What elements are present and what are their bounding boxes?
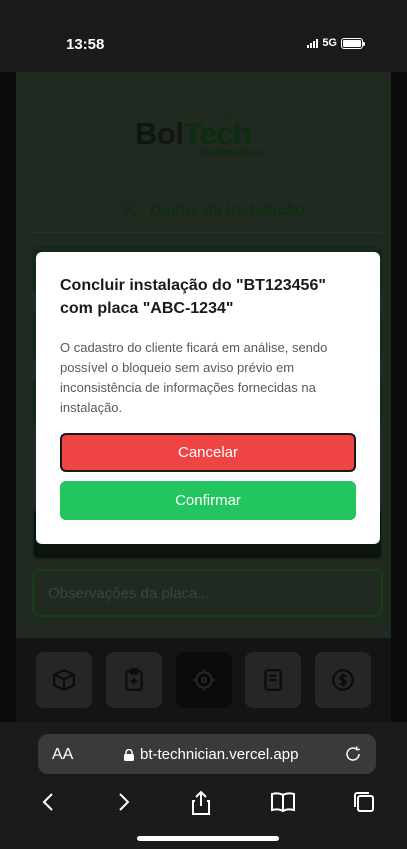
boltech-logo: BolTech ))) Rastreadores: [135, 114, 265, 159]
address-bar[interactable]: AA bt-technician.vercel.app: [38, 734, 376, 774]
cancel-button[interactable]: Cancelar: [60, 433, 356, 472]
browser-nav: [0, 790, 407, 816]
reload-icon[interactable]: [344, 744, 362, 764]
tabs-icon[interactable]: [352, 790, 376, 814]
section-divider: [32, 232, 383, 233]
observations-input[interactable]: [32, 569, 383, 617]
browser-toolbar: AA bt-technician.vercel.app: [0, 722, 407, 849]
back-icon[interactable]: [40, 790, 56, 814]
bottom-nav: [16, 638, 391, 722]
status-indicators: 5G: [307, 37, 365, 49]
clipboard-add-icon: [125, 668, 143, 691]
lock-icon: [124, 748, 134, 761]
share-icon[interactable]: [189, 790, 213, 816]
clipboard-add-button[interactable]: [105, 652, 162, 708]
section-title-label: Dados da Instalação: [150, 202, 305, 219]
confirm-dialog: Concluir instalação do "BT123456" com pl…: [36, 252, 380, 544]
box-add-icon: [53, 669, 75, 691]
forward-icon[interactable]: [116, 790, 132, 814]
logo-tagline: Rastreadores: [201, 148, 265, 159]
book-icon: [264, 669, 282, 691]
network-label: 5G: [322, 37, 337, 49]
url-display[interactable]: bt-technician.vercel.app: [124, 746, 298, 763]
signal-waves-icon: ))): [220, 114, 230, 125]
box-add-button[interactable]: [36, 652, 92, 708]
crosshair-icon: [192, 669, 215, 691]
dialog-message: O cadastro do cliente ficará em análise,…: [60, 340, 328, 415]
status-time: 13:58: [66, 36, 105, 53]
status-bar: 13:58 5G: [0, 0, 407, 72]
battery-icon: [341, 37, 365, 49]
dollar-icon: [332, 669, 354, 691]
signal-icon: [307, 38, 319, 48]
crosshair-button[interactable]: [175, 652, 232, 708]
dialog-title: Concluir instalação do "BT123456" com pl…: [60, 277, 326, 317]
text-size-button[interactable]: AA: [52, 746, 73, 764]
bookmarks-icon[interactable]: [270, 790, 296, 814]
home-indicator: [137, 836, 279, 841]
book-button[interactable]: [245, 652, 302, 708]
confirm-button[interactable]: Confirmar: [60, 481, 356, 520]
url-text: bt-technician.vercel.app: [140, 746, 299, 763]
user-gear-icon: [120, 202, 140, 220]
dollar-button[interactable]: [315, 652, 371, 708]
section-title: Dados da Instalação: [120, 200, 305, 222]
